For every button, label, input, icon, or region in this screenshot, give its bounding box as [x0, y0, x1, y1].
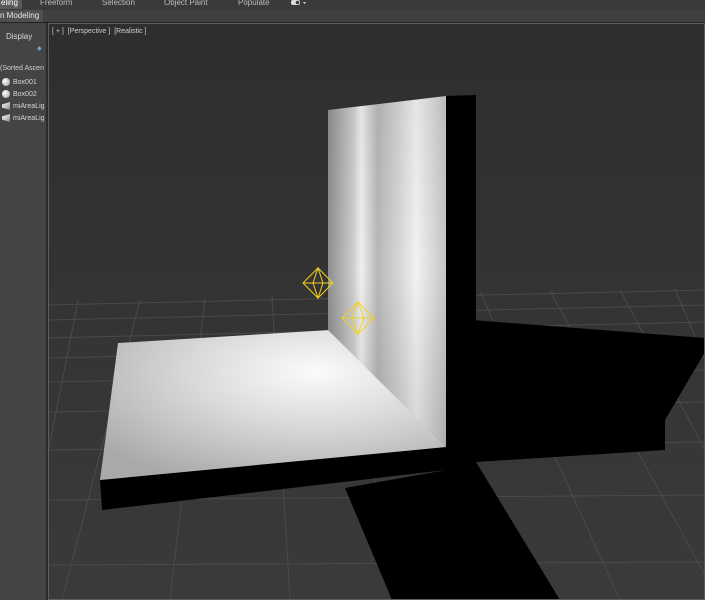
viewport-plus-menu[interactable]: [ + ] [52, 28, 64, 35]
viewport-shading-menu[interactable]: [Realistic ] [114, 28, 146, 35]
viewport-pov-menu[interactable]: [Perspective ] [68, 28, 110, 35]
viewport-label: [ + ] [Perspective ] [Realistic ] [52, 28, 149, 35]
viewport-scene[interactable] [0, 0, 705, 600]
